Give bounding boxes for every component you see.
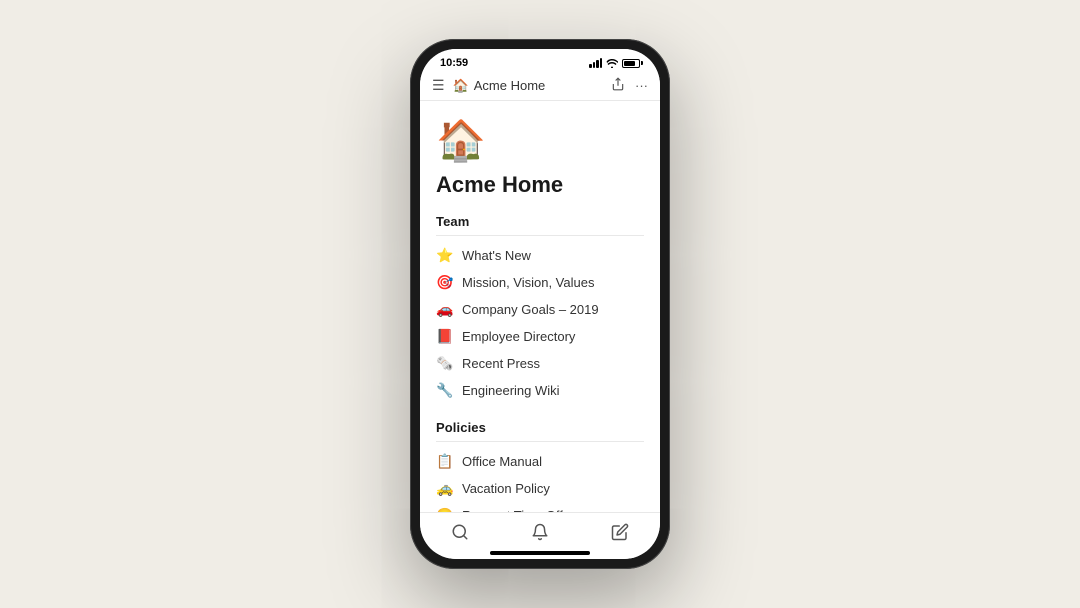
nav-title-area: 🏠 Acme Home (453, 78, 603, 94)
phone-device: 10:59 ☰ 🏠 Acme Home (410, 39, 670, 569)
list-item[interactable]: 😊 Request Time Off (436, 502, 644, 512)
home-indicator (490, 551, 590, 555)
press-label: Recent Press (462, 356, 540, 371)
battery-icon (622, 59, 640, 68)
list-item[interactable]: 🚗 Company Goals – 2019 (436, 296, 644, 323)
signal-icon (589, 58, 602, 68)
whats-new-label: What's New (462, 248, 531, 263)
office-manual-icon: 📋 (436, 453, 454, 470)
team-section: Team ⭐ What's New 🎯 Mission, Vision, Val… (436, 214, 644, 404)
vacation-label: Vacation Policy (462, 481, 550, 496)
phone-screen: 10:59 ☰ 🏠 Acme Home (420, 49, 660, 559)
mission-label: Mission, Vision, Values (462, 275, 594, 290)
policies-divider (436, 441, 644, 442)
compose-tab[interactable] (595, 521, 645, 543)
nav-bar: ☰ 🏠 Acme Home ··· (420, 73, 660, 101)
share-icon[interactable] (611, 77, 625, 94)
policies-section: Policies 📋 Office Manual 🚕 Vacation Poli… (436, 420, 644, 512)
team-divider (436, 235, 644, 236)
page-emoji: 🏠 (436, 117, 644, 164)
status-time: 10:59 (440, 57, 468, 69)
wifi-icon (606, 59, 618, 68)
goals-icon: 🚗 (436, 301, 454, 318)
team-section-header: Team (436, 214, 644, 229)
content-area: 🏠 Acme Home Team ⭐ What's New 🎯 Mission,… (420, 101, 660, 512)
whats-new-icon: ⭐ (436, 247, 454, 264)
page-title: Acme Home (436, 172, 644, 198)
office-manual-label: Office Manual (462, 454, 542, 469)
nav-actions: ··· (611, 77, 648, 94)
nav-page-title: Acme Home (474, 78, 546, 93)
search-tab[interactable] (435, 521, 485, 543)
status-icons (589, 58, 640, 68)
notifications-tab[interactable] (515, 521, 565, 543)
list-item[interactable]: 📋 Office Manual (436, 448, 644, 475)
menu-icon[interactable]: ☰ (432, 77, 445, 94)
list-item[interactable]: 🎯 Mission, Vision, Values (436, 269, 644, 296)
press-icon: 🗞️ (436, 355, 454, 372)
list-item[interactable]: ⭐ What's New (436, 242, 644, 269)
directory-label: Employee Directory (462, 329, 575, 344)
directory-icon: 📕 (436, 328, 454, 345)
list-item[interactable]: 📕 Employee Directory (436, 323, 644, 350)
wiki-icon: 🔧 (436, 382, 454, 399)
vacation-icon: 🚕 (436, 480, 454, 497)
mission-icon: 🎯 (436, 274, 454, 291)
goals-label: Company Goals – 2019 (462, 302, 599, 317)
wiki-label: Engineering Wiki (462, 383, 560, 398)
list-item[interactable]: 🚕 Vacation Policy (436, 475, 644, 502)
status-bar: 10:59 (420, 49, 660, 73)
list-item[interactable]: 🗞️ Recent Press (436, 350, 644, 377)
more-icon[interactable]: ··· (635, 78, 648, 93)
nav-page-icon: 🏠 (453, 78, 469, 94)
policies-section-header: Policies (436, 420, 644, 435)
list-item[interactable]: 🔧 Engineering Wiki (436, 377, 644, 404)
